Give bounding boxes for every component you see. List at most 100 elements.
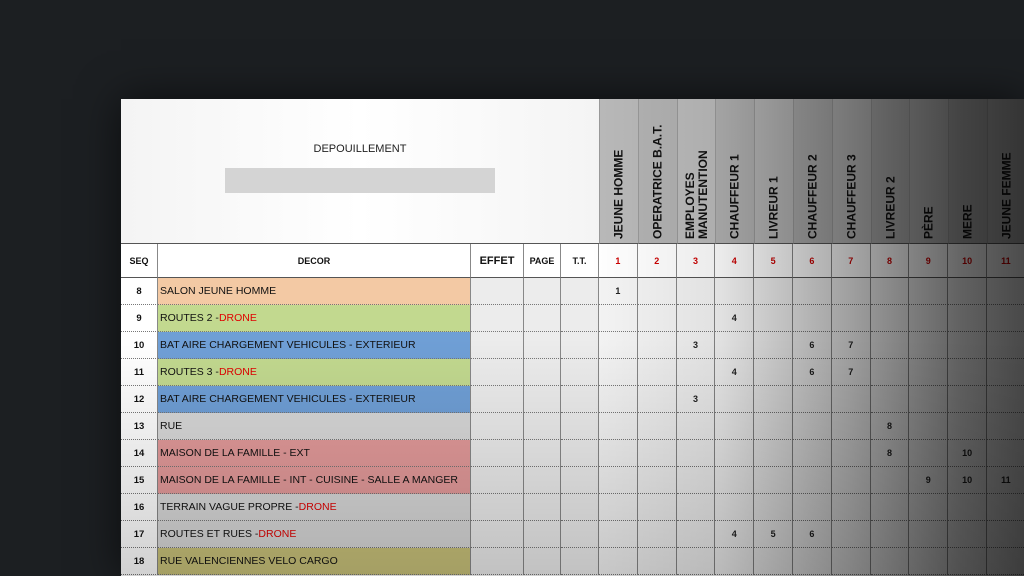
character-cell-11[interactable] [987, 494, 1024, 521]
character-cell-1[interactable] [599, 413, 638, 440]
character-cell-6[interactable] [793, 467, 832, 494]
decor-cell[interactable]: MAISON DE LA FAMILLE - EXT [158, 440, 471, 467]
tt-cell[interactable] [561, 413, 599, 440]
page-cell[interactable] [524, 440, 561, 467]
decor-cell[interactable]: TERRAIN VAGUE PROPRE - DRONE [158, 494, 471, 521]
page-cell[interactable] [524, 548, 561, 575]
tt-cell[interactable] [561, 467, 599, 494]
character-cell-3[interactable] [676, 359, 716, 386]
character-cell-2[interactable] [637, 278, 677, 305]
character-cell-1[interactable] [599, 386, 638, 413]
character-cell-10[interactable] [948, 521, 987, 548]
character-cell-8[interactable] [870, 332, 910, 359]
decor-cell[interactable]: BAT AIRE CHARGEMENT VEHICULES - EXTERIEU… [158, 386, 471, 413]
character-cell-9[interactable] [909, 440, 949, 467]
character-cell-3[interactable] [676, 305, 716, 332]
character-header-9[interactable]: PÈRE [909, 99, 949, 244]
character-cell-11[interactable] [987, 305, 1024, 332]
tt-cell[interactable] [561, 440, 599, 467]
character-cell-9[interactable] [909, 278, 949, 305]
character-cell-10[interactable]: 10 [948, 440, 987, 467]
character-cell-3[interactable] [676, 521, 716, 548]
effet-cell[interactable] [471, 440, 524, 467]
character-cell-2[interactable] [637, 332, 677, 359]
character-cell-7[interactable]: 7 [831, 332, 871, 359]
effet-cell[interactable] [471, 548, 524, 575]
character-cell-8[interactable] [870, 467, 910, 494]
effet-cell[interactable] [471, 332, 524, 359]
effet-cell[interactable] [471, 413, 524, 440]
page-cell[interactable] [524, 386, 561, 413]
character-cell-9[interactable] [909, 413, 949, 440]
character-cell-5[interactable] [754, 305, 793, 332]
effet-cell[interactable] [471, 467, 524, 494]
character-cell-1[interactable] [599, 332, 638, 359]
character-cell-4[interactable]: 4 [715, 305, 755, 332]
character-cell-2[interactable] [637, 440, 677, 467]
character-cell-8[interactable] [870, 359, 910, 386]
character-cell-3[interactable] [676, 548, 716, 575]
character-cell-6[interactable] [793, 386, 832, 413]
character-cell-8[interactable] [870, 305, 910, 332]
character-header-1[interactable]: JEUNE HOMME [599, 99, 638, 244]
character-header-7[interactable]: CHAUFFEUR 3 [831, 99, 871, 244]
character-cell-4[interactable] [715, 413, 755, 440]
page-cell[interactable] [524, 413, 561, 440]
character-cell-6[interactable] [793, 548, 832, 575]
character-cell-4[interactable] [715, 386, 755, 413]
character-cell-10[interactable] [948, 494, 987, 521]
character-cell-1[interactable] [599, 440, 638, 467]
page-cell[interactable] [524, 359, 561, 386]
page-cell[interactable] [524, 521, 561, 548]
character-cell-6[interactable]: 6 [793, 332, 832, 359]
character-cell-2[interactable] [637, 413, 677, 440]
character-cell-9[interactable] [909, 305, 949, 332]
character-cell-7[interactable] [831, 440, 871, 467]
character-cell-4[interactable] [715, 467, 755, 494]
character-cell-4[interactable] [715, 332, 755, 359]
character-cell-10[interactable] [948, 386, 987, 413]
title-input-bar[interactable] [225, 168, 495, 193]
character-cell-5[interactable] [754, 494, 793, 521]
character-cell-10[interactable]: 10 [948, 467, 987, 494]
character-cell-5[interactable] [754, 278, 793, 305]
decor-cell[interactable]: RUE [158, 413, 471, 440]
character-cell-8[interactable] [870, 494, 910, 521]
character-cell-1[interactable] [599, 305, 638, 332]
tt-cell[interactable] [561, 359, 599, 386]
character-cell-2[interactable] [637, 467, 677, 494]
character-cell-9[interactable] [909, 494, 949, 521]
character-header-10[interactable]: MERE [948, 99, 987, 244]
character-cell-11[interactable] [987, 386, 1024, 413]
character-cell-11[interactable] [987, 521, 1024, 548]
character-cell-5[interactable]: 5 [754, 521, 793, 548]
character-cell-4[interactable]: 4 [715, 521, 755, 548]
effet-cell[interactable] [471, 494, 524, 521]
character-cell-6[interactable] [793, 494, 832, 521]
tt-cell[interactable] [561, 521, 599, 548]
effet-cell[interactable] [471, 305, 524, 332]
character-cell-7[interactable] [831, 305, 871, 332]
decor-cell[interactable]: ROUTES 3 - DRONE [158, 359, 471, 386]
character-cell-9[interactable] [909, 521, 949, 548]
character-cell-9[interactable]: 9 [909, 467, 949, 494]
character-cell-3[interactable]: 3 [676, 332, 716, 359]
character-cell-5[interactable] [754, 548, 793, 575]
character-cell-10[interactable] [948, 278, 987, 305]
character-cell-8[interactable] [870, 521, 910, 548]
character-cell-2[interactable] [637, 305, 677, 332]
character-cell-8[interactable] [870, 548, 910, 575]
character-header-4[interactable]: CHAUFFEUR 1 [715, 99, 755, 244]
character-cell-9[interactable] [909, 332, 949, 359]
character-cell-1[interactable] [599, 494, 638, 521]
effet-cell[interactable] [471, 278, 524, 305]
character-cell-4[interactable]: 4 [715, 359, 755, 386]
character-cell-2[interactable] [637, 359, 677, 386]
character-cell-1[interactable] [599, 467, 638, 494]
tt-cell[interactable] [561, 386, 599, 413]
character-cell-3[interactable]: 3 [676, 386, 716, 413]
tt-cell[interactable] [561, 332, 599, 359]
character-cell-4[interactable] [715, 494, 755, 521]
character-cell-8[interactable] [870, 278, 910, 305]
character-cell-7[interactable] [831, 467, 871, 494]
